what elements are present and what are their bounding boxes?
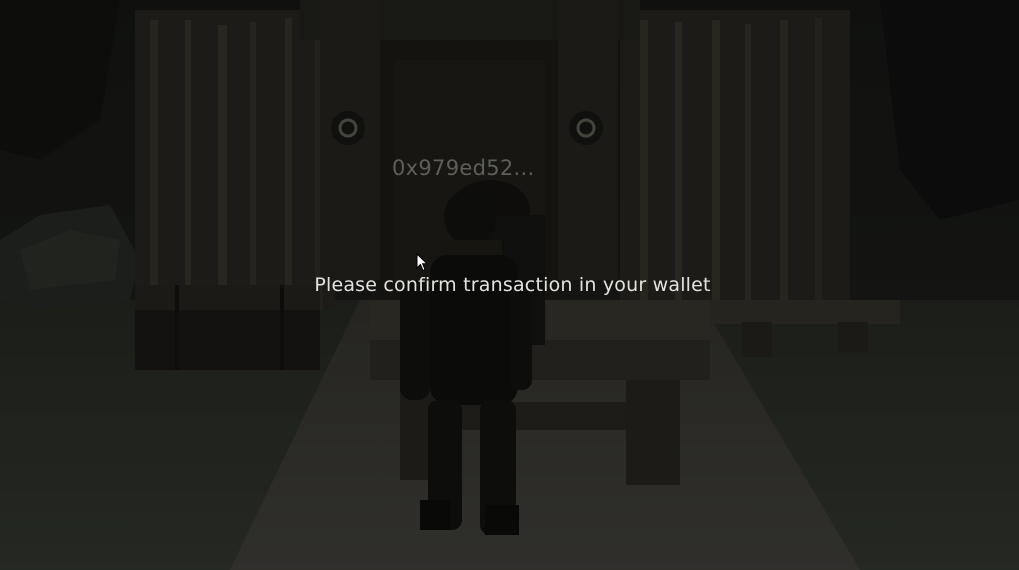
player-wallet-nameplate: 0x979ed52... [392,156,535,180]
mouse-pointer-icon [416,253,428,272]
confirm-transaction-message: Please confirm transaction in your walle… [314,274,711,296]
game-viewport[interactable]: 0x979ed52... Please confirm transaction … [0,0,1019,570]
